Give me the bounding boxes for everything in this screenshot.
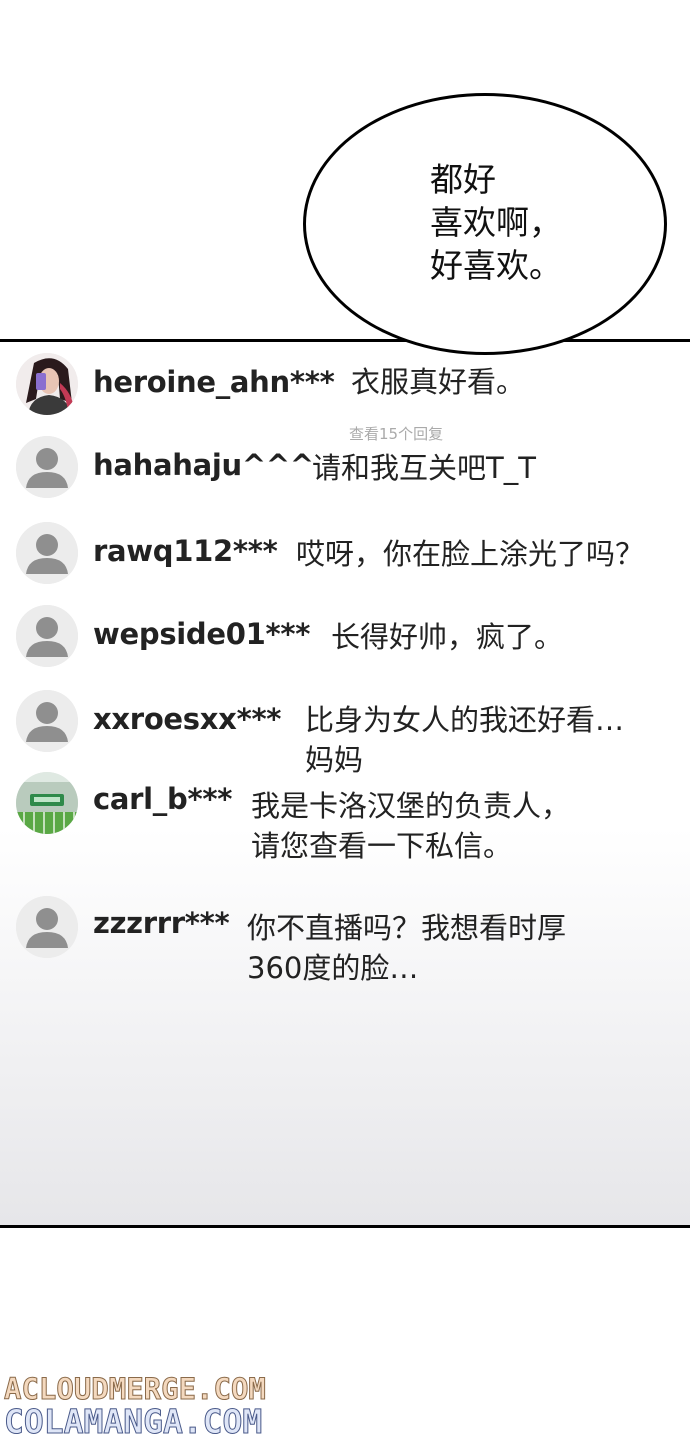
watermark-acloudmerge: ACLOUDMERGE.COM: [4, 1372, 267, 1407]
comment-text: 请和我互关吧T_T: [312, 451, 536, 485]
comment-text: 哎呀，你在脸上涂光了吗？: [296, 537, 645, 571]
comment-username[interactable]: xxroesxx***: [93, 702, 281, 736]
comment-username[interactable]: wepside01***: [93, 617, 310, 651]
avatar-photo-woman[interactable]: [16, 353, 78, 415]
default-person-icon[interactable]: [16, 436, 78, 498]
comment-username[interactable]: heroine_ahn***: [93, 365, 335, 399]
comment-text: 你不直播吗？我想看时厚 360度的脸…: [247, 911, 567, 985]
comment-text: 我是卡洛汉堡的负责人， 请您查看一下私信。: [251, 789, 571, 863]
comment-text: 衣服真好看。: [351, 365, 526, 399]
view-replies-link[interactable]: 查看15个回复: [349, 423, 443, 444]
comment-username[interactable]: zzzrrr***: [93, 906, 230, 940]
speech-bubble-text: 都好 喜欢啊， 好喜欢。: [430, 160, 562, 285]
default-person-icon[interactable]: [16, 605, 78, 667]
watermark-colamanga: COLAMANGA.COM: [3, 1402, 263, 1442]
comment-text: 比身为女人的我还好看… 妈妈: [305, 703, 625, 777]
comment-text: 长得好帅，疯了。: [331, 620, 564, 654]
comment-username[interactable]: rawq112***: [93, 534, 278, 568]
avatar-photo-storefront[interactable]: [16, 772, 78, 834]
default-person-icon[interactable]: [16, 522, 78, 584]
default-person-icon[interactable]: [16, 690, 78, 752]
comment-username[interactable]: carl_b***: [93, 782, 232, 816]
speech-bubble: 都好 喜欢啊， 好喜欢。: [303, 93, 667, 355]
default-person-icon[interactable]: [16, 896, 78, 958]
comment-username[interactable]: hahahaju^^^: [93, 448, 314, 482]
